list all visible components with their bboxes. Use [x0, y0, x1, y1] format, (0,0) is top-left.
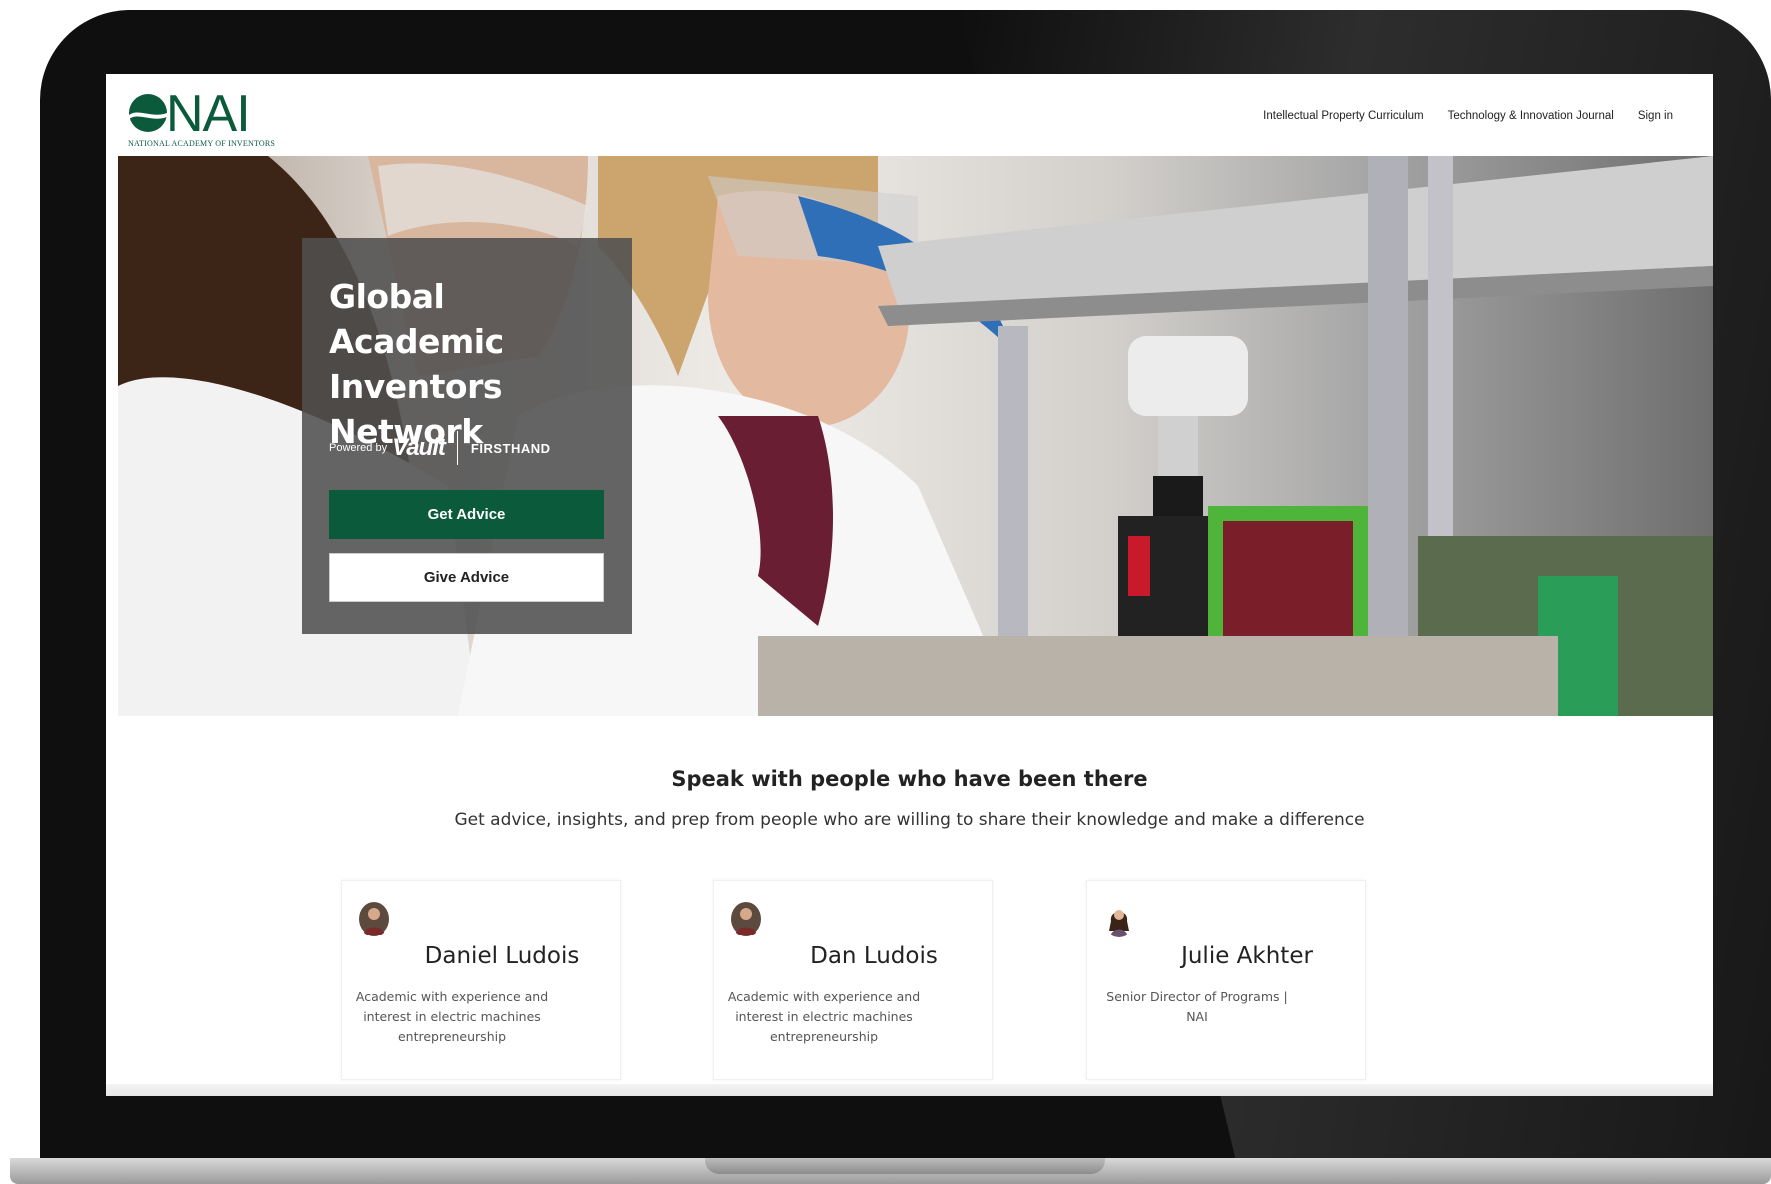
logo-wordmark: NAI	[166, 85, 251, 143]
browser-screen: NAI NATIONAL ACADEMY OF INVENTORS Intell…	[106, 74, 1713, 1096]
profile-description: Academic with experience and interest in…	[727, 989, 921, 1044]
profile-name[interactable]: Dan Ludois	[774, 943, 974, 969]
nav-sign-in[interactable]: Sign in	[1638, 110, 1673, 122]
top-nav: Intellectual Property Curriculum Technol…	[1263, 110, 1673, 122]
laptop-notch	[705, 1158, 1105, 1174]
powered-divider	[456, 431, 458, 465]
person-avatar-icon	[730, 901, 762, 937]
profile-card[interactable]: Daniel Ludois Academic with experience a…	[341, 880, 621, 1080]
hero-banner: Global Academic Inventors Network Powere…	[118, 156, 1713, 716]
site-header: NAI NATIONAL ACADEMY OF INVENTORS Intell…	[106, 74, 1713, 156]
hero-title: Global Academic Inventors Network	[329, 277, 504, 451]
profile-card[interactable]: Dan Ludois Academic with experience and …	[713, 880, 993, 1080]
profile-card[interactable]: Julie Akhter Senior Director of Programs…	[1086, 880, 1366, 1080]
nav-tech-journal[interactable]: Technology & Innovation Journal	[1448, 110, 1614, 122]
nav-ip-curriculum[interactable]: Intellectual Property Curriculum	[1263, 110, 1423, 122]
section-subtitle: Get advice, insights, and prep from peop…	[454, 810, 1365, 830]
person-avatar-icon	[1103, 901, 1135, 937]
logo-subtitle: NATIONAL ACADEMY OF INVENTORS	[128, 139, 276, 148]
person-avatar-icon	[358, 901, 390, 937]
vault-logo: Vault	[392, 434, 446, 461]
get-advice-button[interactable]: Get Advice	[329, 490, 604, 539]
powered-by-label: Powered by	[329, 442, 388, 454]
give-advice-button[interactable]: Give Advice	[329, 553, 604, 602]
hero-card: Global Academic Inventors Network Powere…	[302, 238, 632, 634]
profile-name[interactable]: Daniel Ludois	[402, 943, 602, 969]
profile-description: Senior Director of Programs | NAI	[1106, 989, 1288, 1024]
firsthand-logo: FIRSTHAND	[470, 440, 551, 456]
powered-by-row: Powered by Vault FIRSTHAND	[329, 431, 551, 465]
section-title: Speak with people who have been there	[671, 767, 1148, 791]
profile-description: Academic with experience and interest in…	[355, 989, 549, 1044]
profile-name[interactable]: Julie Akhter	[1147, 943, 1347, 969]
nai-logo[interactable]: NAI NATIONAL ACADEMY OF INVENTORS	[128, 85, 275, 150]
screen-bottom-edge	[106, 1084, 1713, 1096]
